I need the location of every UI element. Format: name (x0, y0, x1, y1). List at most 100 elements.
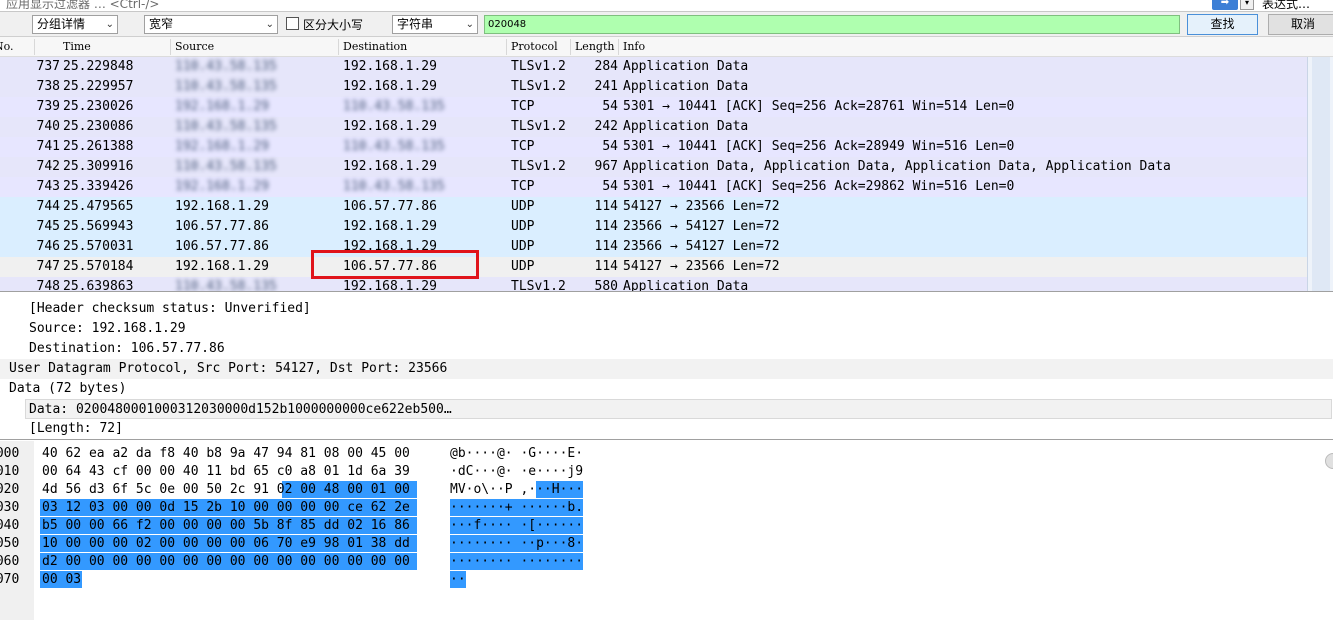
packet-destination: 192.168.1.29 (343, 159, 437, 174)
packet-row[interactable]: 745 25.569943 106.57.77.86 192.168.1.29 UDP 1… (0, 217, 1307, 237)
display-filter-bar: 应用显示过滤器 … <Ctrl-/> ➡ ▾ 表达式… (0, 0, 1333, 12)
detail-tree-item[interactable]: User Datagram Protocol, Src Port: 54127,… (0, 359, 1333, 379)
hex-ascii[interactable]: ········ ········ (450, 553, 583, 570)
packet-row[interactable]: 742 25.309916 110.43.58.135 192.168.1.29 TLS… (0, 157, 1307, 177)
case-sensitive-label: 区分大小写 (303, 18, 364, 32)
packet-row[interactable]: 738 25.229957 110.43.58.135 192.168.1.29 TLS… (0, 77, 1307, 97)
column-header-source[interactable]: Source (175, 40, 214, 53)
detail-tree-item[interactable]: Data: 0200480001000312030000d152b1000000… (25, 399, 1332, 419)
chevron-down-icon: ⌄ (465, 19, 474, 30)
packet-source: 110.43.58.135 (175, 159, 277, 174)
packet-time: 25.230086 (63, 119, 134, 134)
packet-destination: 192.168.1.29 (343, 219, 437, 234)
packet-length: 114 (594, 199, 618, 214)
detail-tree-item[interactable]: Data (72 bytes) (0, 379, 1333, 399)
chevron-down-icon: ⌄ (265, 19, 274, 30)
search-type-value: 字符串 (397, 17, 434, 31)
packet-source: 106.57.77.86 (175, 239, 269, 254)
packet-row[interactable]: 743 25.339426 192.168.1.29 110.43.58.135 TCP… (0, 177, 1307, 197)
detail-tree-item[interactable]: [Header checksum status: Unverified] (0, 299, 1333, 319)
packet-length: 114 (594, 219, 618, 234)
packet-row[interactable]: 741 25.261388 192.168.1.29 110.43.58.135 TCP… (0, 137, 1307, 157)
packet-row[interactable]: 747 25.570184 192.168.1.29 106.57.77.86 UDP 1… (0, 257, 1307, 277)
packet-info: 5301 → 10441 [ACK] Seq=256 Ack=28949 Win… (623, 139, 1015, 154)
packet-row[interactable]: 740 25.230086 110.43.58.135 192.168.1.29 TLS… (0, 117, 1307, 137)
hex-ascii[interactable]: ·dC···@· ·e····j9 (450, 463, 583, 480)
chevron-down-icon: ⌄ (105, 19, 114, 30)
detail-tree-item[interactable]: Destination: 106.57.77.86 (0, 339, 1333, 359)
packet-no: 738 (36, 79, 60, 94)
hex-ascii[interactable]: @b····@· ·G····E· (450, 445, 583, 462)
scrollbar-track[interactable] (1312, 57, 1330, 291)
hex-bytes[interactable]: 10 00 00 00 02 00 00 00 00 06 70 e9 98 0… (42, 535, 410, 552)
column-header-protocol[interactable]: Protocol (511, 40, 558, 53)
packet-bytes-pane: 0000 40 62 ea a2 da f8 40 b8 9a 47 94 81 … (0, 441, 1333, 620)
hex-offset: 0020 (0, 482, 20, 497)
packet-no: 748 (36, 279, 60, 292)
packet-source: 192.168.1.29 (175, 199, 269, 214)
detail-tree-item[interactable]: [Length: 72] (0, 419, 1333, 439)
packet-info: 23566 → 54127 Len=72 (623, 239, 780, 254)
packet-time: 25.479565 (63, 199, 134, 214)
hex-ascii[interactable]: ···f···· ·[······ (450, 517, 583, 534)
hex-offset: 0060 (0, 554, 20, 569)
hex-bytes[interactable]: b5 00 00 66 f2 00 00 00 00 5b 8f 85 dd 0… (42, 517, 410, 534)
packet-time: 25.229957 (63, 79, 134, 94)
packet-row[interactable]: 748 25.639863 110.43.58.135 192.168.1.29 TLS… (0, 277, 1307, 292)
packet-row[interactable]: 744 25.479565 192.168.1.29 106.57.77.86 UDP 1… (0, 197, 1307, 217)
hex-ascii[interactable]: ········ ··p···8· (450, 535, 583, 552)
packet-no: 747 (36, 259, 60, 274)
hex-ascii[interactable]: ·······+ ······b. (450, 499, 583, 516)
display-filter-input[interactable]: 应用显示过滤器 … <Ctrl-/> (6, 0, 159, 12)
packet-protocol: UDP (511, 239, 535, 254)
column-header-info[interactable]: Info (623, 40, 645, 53)
packet-info: Application Data (623, 279, 749, 292)
packet-row[interactable]: 746 25.570031 106.57.77.86 192.168.1.29 UDP 1… (0, 237, 1307, 257)
search-type-select[interactable]: 字符串 ⌄ (392, 15, 478, 34)
packet-list-scrollbar[interactable] (1307, 57, 1333, 291)
packet-length: 241 (594, 79, 618, 94)
search-scope-select[interactable]: 分组详情 ⌄ (32, 15, 118, 34)
hex-bytes[interactable]: 4d 56 d3 6f 5c 0e 00 50 2c 91 02 00 48 0… (42, 481, 410, 498)
hex-offset: 0040 (0, 518, 20, 533)
packet-destination: 192.168.1.29 (343, 79, 437, 94)
filter-history-chevron-icon[interactable]: ▾ (1240, 0, 1254, 10)
packet-source: 110.43.58.135 (175, 59, 277, 74)
apply-filter-arrow-icon[interactable]: ➡ (1212, 0, 1238, 10)
cancel-button[interactable]: 取消 (1268, 14, 1333, 35)
hex-bytes[interactable]: 00 64 43 cf 00 00 40 11 bd 65 c0 a8 01 1… (42, 463, 410, 480)
packet-time: 25.339426 (63, 179, 134, 194)
packet-destination: 110.43.58.135 (343, 179, 445, 194)
column-header-time[interactable]: Time (63, 40, 91, 53)
hex-bytes[interactable]: d2 00 00 00 00 00 00 00 00 00 00 00 00 0… (42, 553, 410, 570)
hex-ascii[interactable]: MV·o\··P ,···H··· (450, 481, 583, 498)
column-header-no[interactable]: No. (0, 40, 14, 53)
detail-tree-item[interactable]: Source: 192.168.1.29 (0, 319, 1333, 339)
hex-bytes[interactable]: 03 12 03 00 00 0d 15 2b 10 00 00 00 00 c… (42, 499, 410, 516)
packet-destination: 110.43.58.135 (343, 99, 445, 114)
charset-select[interactable]: 宽窄 ⌄ (144, 15, 278, 34)
packet-no: 739 (36, 99, 60, 114)
hex-ascii[interactable]: ·· (450, 571, 466, 588)
packet-no: 746 (36, 239, 60, 254)
search-scope-value: 分组详情 (37, 17, 86, 31)
scroll-handle-icon[interactable] (1325, 453, 1333, 469)
packet-length: 54 (602, 99, 618, 114)
column-header-length[interactable]: Length (575, 40, 614, 53)
packet-row[interactable]: 739 25.230026 192.168.1.29 110.43.58.135 TCP… (0, 97, 1307, 117)
case-sensitive-checkbox[interactable] (286, 17, 299, 30)
packet-source: 110.43.58.135 (175, 119, 277, 134)
column-header-destination[interactable]: Destination (343, 40, 407, 53)
packet-protocol: TCP (511, 179, 535, 194)
search-input[interactable]: 020048 (484, 15, 1180, 34)
hex-offset: 0000 (0, 446, 20, 461)
packet-row[interactable]: 737 25.229848 110.43.58.135 192.168.1.29 TLS… (0, 57, 1307, 77)
hex-bytes[interactable]: 00 03 (42, 571, 81, 588)
expression-button[interactable]: 表达式… (1262, 0, 1310, 12)
packet-destination: 106.57.77.86 (343, 199, 437, 214)
packet-info: 54127 → 23566 Len=72 (623, 259, 780, 274)
packet-info: Application Data (623, 59, 749, 74)
find-button[interactable]: 查找 (1187, 14, 1258, 35)
annotation-highlight-box (311, 250, 479, 279)
hex-bytes[interactable]: 40 62 ea a2 da f8 40 b8 9a 47 94 81 08 0… (42, 445, 410, 462)
